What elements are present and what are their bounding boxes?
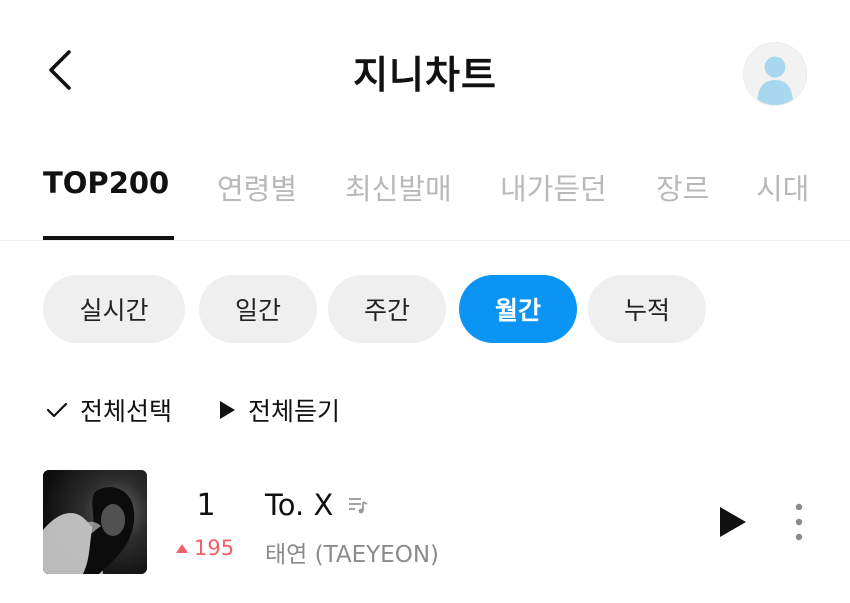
profile-button[interactable] <box>743 42 807 106</box>
tab-my-history[interactable]: 내가듣던 <box>500 166 607 208</box>
tab-new-release[interactable]: 최신발매 <box>345 166 452 208</box>
tab-genre[interactable]: 장르 <box>656 166 709 208</box>
select-all-label: 전체선택 <box>80 397 173 426</box>
rank-change: 195 <box>176 536 234 560</box>
filter-cumulative[interactable]: 누적 <box>588 275 706 343</box>
tab-age[interactable]: 연령별 <box>217 166 297 208</box>
filter-realtime[interactable]: 실시간 <box>43 275 185 343</box>
chart-tabs: TOP200 연령별 최신발매 내가듣던 장르 시대 <box>0 150 850 241</box>
chart-song-row[interactable]: 1 195 To. X 태연 (TAEYEON) <box>0 462 850 582</box>
play-icon <box>720 507 746 537</box>
filter-daily[interactable]: 일간 <box>199 275 317 343</box>
play-song-button[interactable] <box>712 502 752 542</box>
user-avatar-icon <box>757 56 793 105</box>
active-tab-indicator <box>43 236 174 240</box>
play-icon <box>220 401 235 419</box>
rank-change-value: 195 <box>194 536 235 560</box>
lyrics-icon[interactable] <box>347 495 369 515</box>
filter-weekly[interactable]: 주간 <box>328 275 446 343</box>
song-title-group[interactable]: To. X <box>265 488 369 522</box>
more-options-button[interactable] <box>786 500 812 544</box>
tab-top200[interactable]: TOP200 <box>43 166 169 200</box>
rank-up-icon <box>176 543 188 553</box>
select-all-button[interactable]: 전체선택 <box>46 390 172 430</box>
checkmark-icon <box>46 402 68 418</box>
rank-number: 1 <box>196 488 216 523</box>
song-title: To. X <box>265 488 334 522</box>
tab-era[interactable]: 시대 <box>756 166 809 208</box>
filter-monthly[interactable]: 월간 <box>459 275 577 343</box>
page-title: 지니차트 <box>353 53 497 97</box>
app-header: 지니차트 <box>0 0 850 140</box>
play-all-label: 전체듣기 <box>248 397 341 426</box>
album-art <box>43 470 147 574</box>
play-all-button[interactable]: 전체듣기 <box>218 390 340 430</box>
song-artist[interactable]: 태연 (TAEYEON) <box>265 535 439 569</box>
more-vertical-icon <box>795 503 803 541</box>
